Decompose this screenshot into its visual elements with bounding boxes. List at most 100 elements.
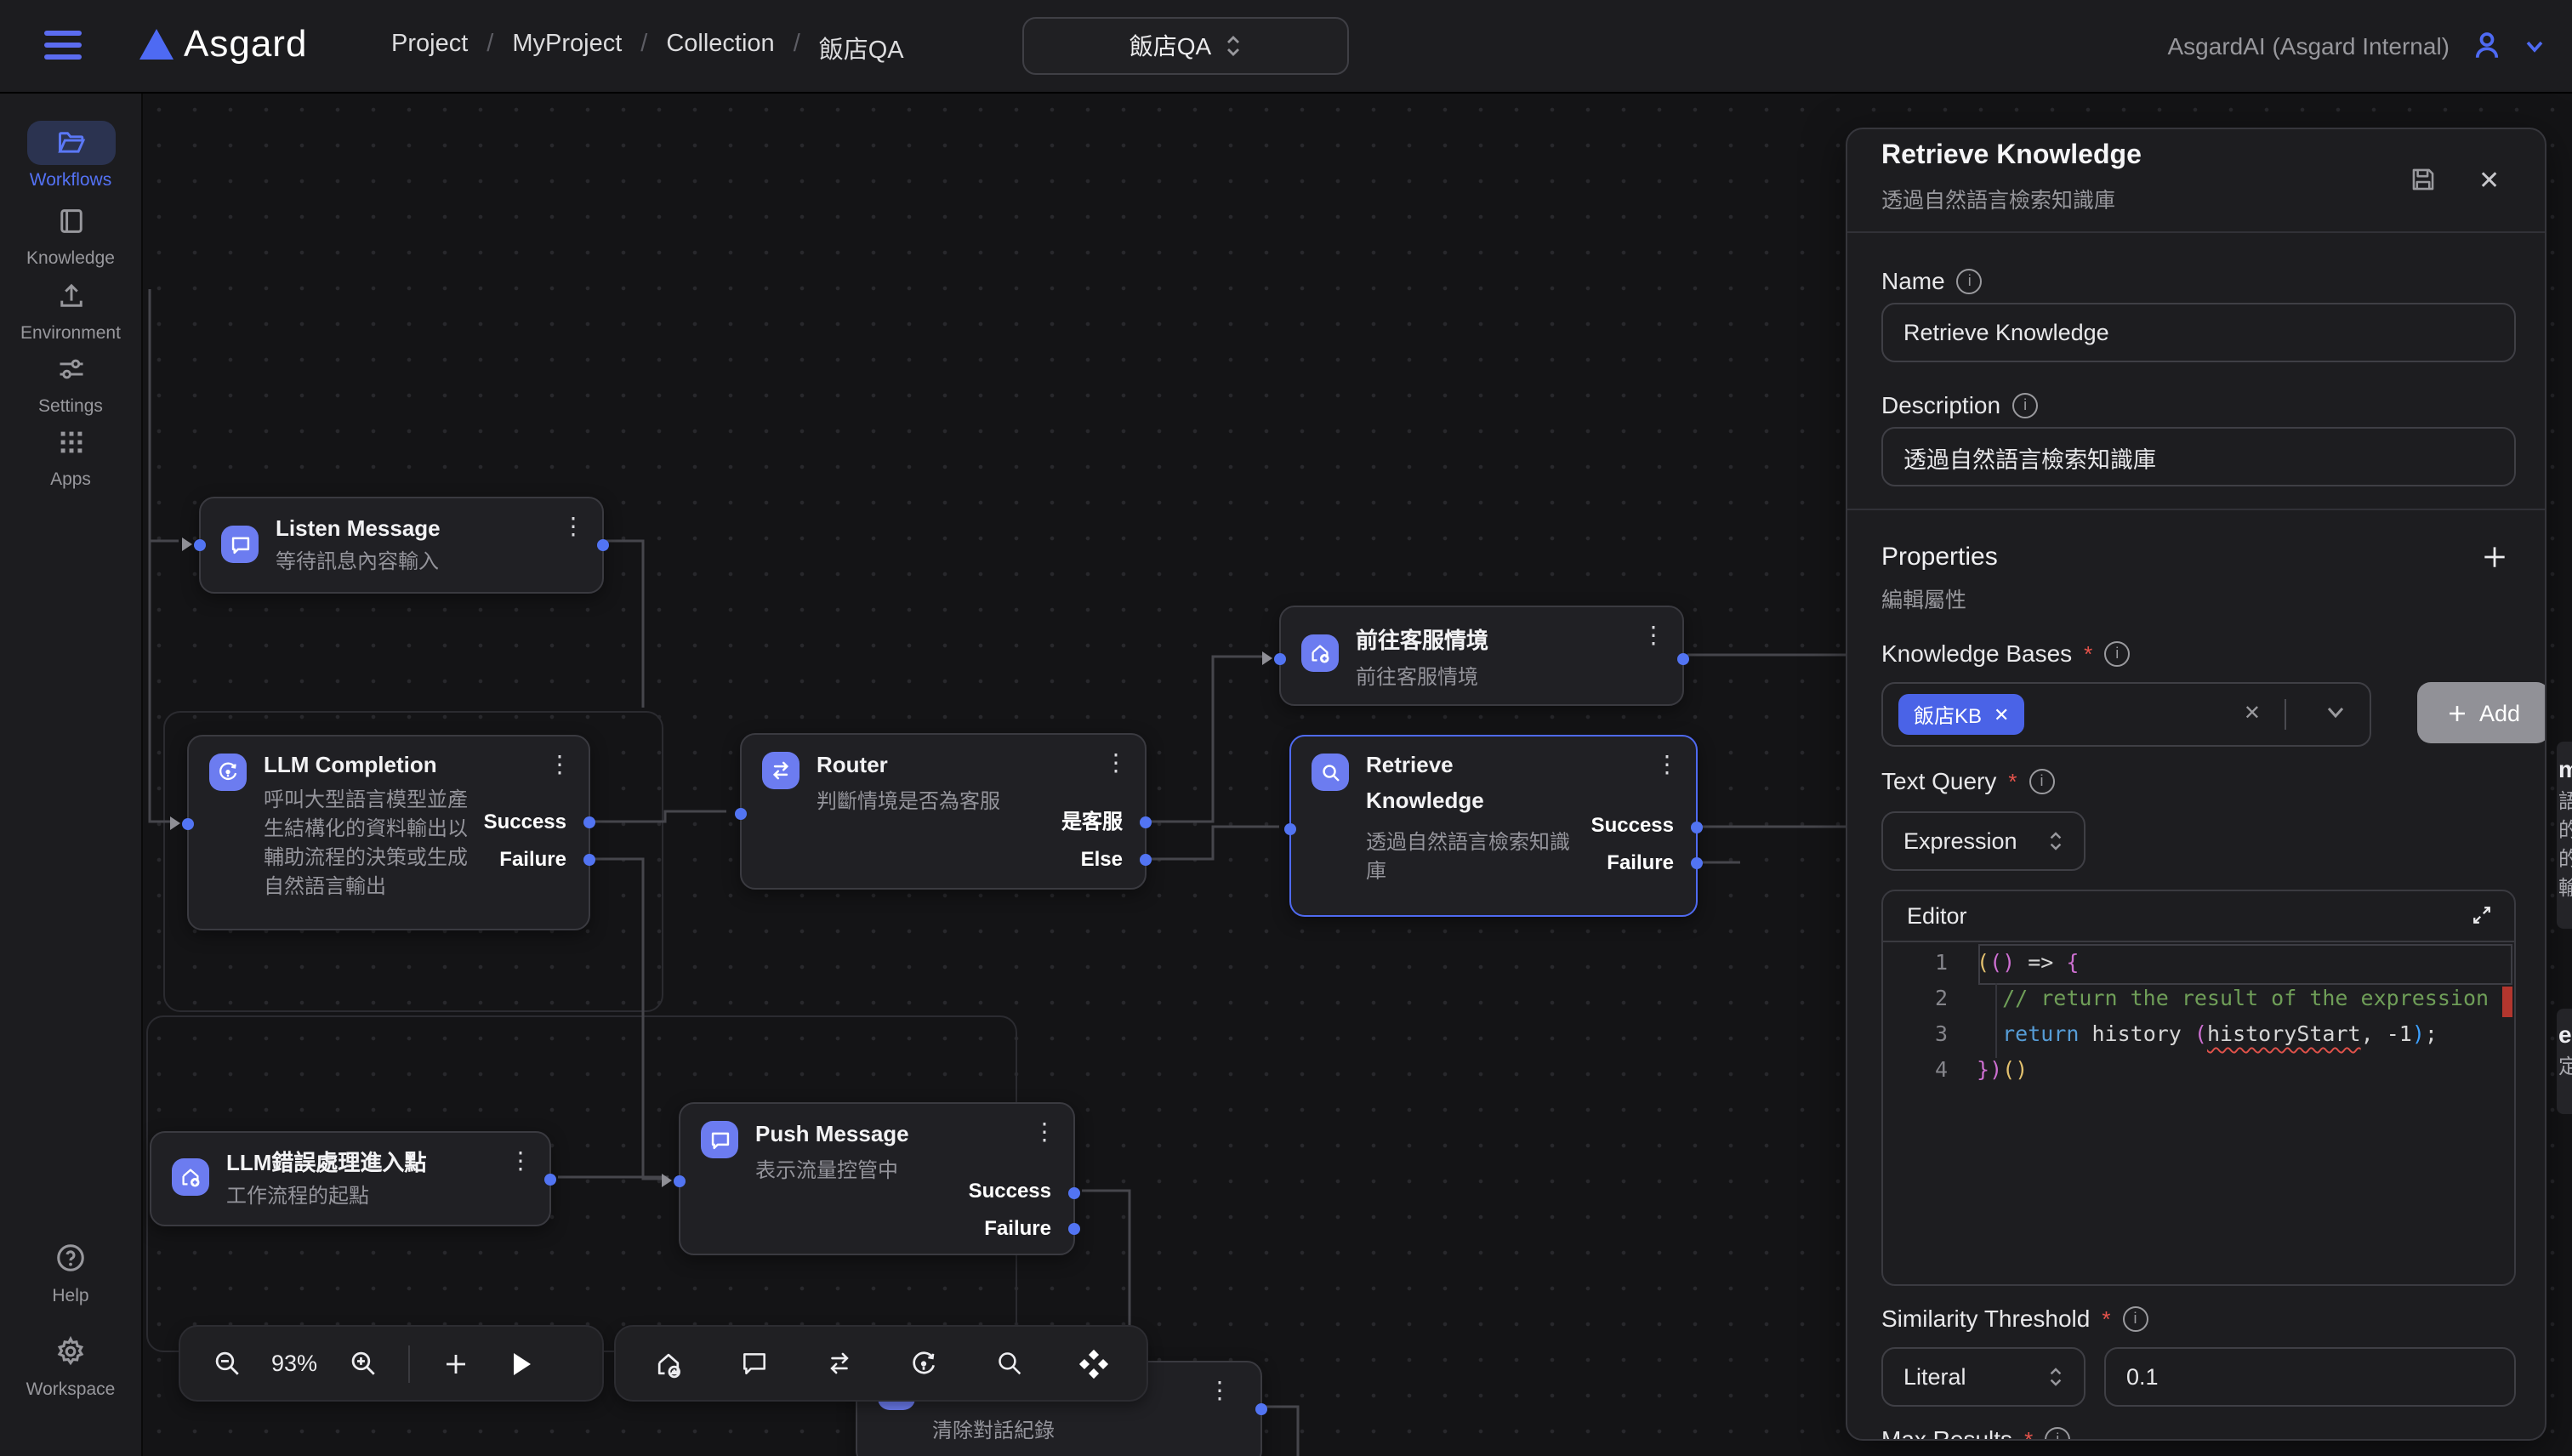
breadcrumb-collection[interactable]: Collection (666, 31, 774, 66)
sidebar-item-knowledge[interactable]: Knowledge (0, 199, 141, 269)
node-title: Push Message (755, 1116, 909, 1152)
expression-editor[interactable]: Editor 1(() => {2 // return the result o… (1881, 890, 2516, 1286)
sidebar-item-help[interactable]: Help (0, 1235, 141, 1305)
sidebar-label: Apps (0, 469, 141, 490)
output-port[interactable] (597, 539, 609, 551)
name-input[interactable] (1881, 303, 2516, 362)
sidebar-item-workflows[interactable]: Workflows (0, 121, 141, 191)
text-query-label: Text Query*i (1881, 767, 2055, 794)
info-icon[interactable]: i (2122, 1305, 2148, 1331)
node-desc: 工作流程的起點 (226, 1182, 515, 1211)
palette-llm-icon[interactable] (902, 1341, 946, 1385)
node-title: LLM Completion (264, 747, 437, 782)
kebab-menu-icon[interactable]: ⋮ (1208, 1376, 1232, 1405)
kb-multiselect[interactable]: 飯店KB ✕ ✕ (1881, 682, 2371, 747)
account-area: AsgardAI (Asgard Internal) (2168, 0, 2546, 92)
sidebar-item-settings[interactable]: Settings (0, 347, 141, 417)
kebab-menu-icon[interactable]: ⋮ (509, 1146, 532, 1175)
output-port[interactable] (544, 1174, 556, 1186)
description-input[interactable] (1881, 427, 2516, 486)
menu-icon[interactable] (44, 31, 82, 60)
kebab-menu-icon[interactable]: ⋮ (561, 512, 585, 541)
kebab-menu-icon[interactable]: ⋮ (1655, 750, 1679, 779)
output-port[interactable] (1255, 1403, 1267, 1415)
output-port-failure[interactable] (1691, 857, 1703, 869)
output-port-failure[interactable] (583, 854, 595, 866)
sidebar-item-workspace[interactable]: Workspace (0, 1328, 141, 1399)
node-push-message[interactable]: Push Message 表示流量控管中 ⋮ Success Failure (679, 1102, 1075, 1255)
kebab-menu-icon[interactable]: ⋮ (1033, 1118, 1056, 1146)
zoom-in-icon[interactable] (340, 1341, 384, 1385)
kebab-menu-icon[interactable]: ⋮ (1642, 621, 1665, 650)
folder-icon (55, 128, 86, 158)
input-port[interactable] (182, 818, 194, 830)
text-query-mode-select[interactable]: Expression (1881, 811, 2085, 871)
output-port-failure[interactable] (1068, 1223, 1080, 1235)
node-router[interactable]: Router 判斷情境是否為客服 ⋮ 是客服 Else (740, 733, 1147, 890)
breadcrumb-current[interactable]: 飯店QA (819, 31, 904, 66)
input-arrow-icon (662, 1174, 672, 1187)
workflow-selector[interactable]: 飯店QA (1022, 17, 1349, 75)
palette-search-icon[interactable] (987, 1341, 1031, 1385)
palette-move-icon[interactable] (1072, 1341, 1116, 1385)
workflow-selector-value: 飯店QA (1130, 29, 1211, 63)
chevron-down-icon[interactable] (2524, 36, 2545, 56)
sidebar-item-environment[interactable]: Environment (0, 274, 141, 344)
input-port[interactable] (194, 539, 206, 551)
user-icon[interactable] (2470, 29, 2504, 63)
node-desc: 前往客服情境 (1356, 663, 1645, 692)
similarity-mode-select[interactable]: Literal (1881, 1347, 2085, 1407)
kb-add-button[interactable]: Add (2417, 682, 2546, 743)
add-node-icon[interactable] (434, 1341, 478, 1385)
output-port[interactable] (1677, 653, 1689, 665)
breadcrumb-myproject[interactable]: MyProject (512, 31, 622, 66)
input-port[interactable] (1284, 823, 1296, 835)
updown-chevron-icon (2048, 830, 2063, 852)
close-icon[interactable]: ✕ (2478, 165, 2500, 196)
indent-guide (1995, 983, 1997, 1058)
kb-chevron-down-icon[interactable] (2325, 704, 2346, 721)
similarity-value-input[interactable] (2104, 1347, 2516, 1407)
sidebar-item-apps[interactable]: Apps (0, 420, 141, 490)
output-port-success[interactable] (1068, 1187, 1080, 1199)
node-llm-completion[interactable]: LLM Completion 呼叫大型語言模型並產生結構化的資料輸出以輔助流程的… (187, 735, 590, 930)
breadcrumb-project[interactable]: Project (391, 31, 468, 66)
kb-tag-remove-icon[interactable]: ✕ (1994, 703, 2009, 725)
info-icon[interactable]: i (2045, 1426, 2070, 1441)
info-icon[interactable]: i (2012, 392, 2038, 418)
run-workflow-icon[interactable] (498, 1341, 543, 1385)
max-results-label: Max Results*i (1881, 1425, 2070, 1441)
node-retrieve-knowledge[interactable]: Retrieve Knowledge 透過自然語言檢索知識庫 ⋮ Success… (1289, 735, 1698, 917)
kebab-menu-icon[interactable]: ⋮ (1104, 748, 1128, 777)
node-llm-error-entry[interactable]: LLM錯誤處理進入點 工作流程的起點 ⋮ (150, 1131, 551, 1226)
input-port[interactable] (735, 808, 747, 820)
palette-router-icon[interactable] (817, 1341, 861, 1385)
output-port-success[interactable] (1691, 822, 1703, 833)
code-area[interactable]: 1(() => {2 // return the result of the e… (1883, 944, 2514, 1087)
output-port-success[interactable] (583, 816, 595, 828)
zoom-out-icon[interactable] (204, 1341, 248, 1385)
kb-clear-icon[interactable]: ✕ (2244, 701, 2261, 725)
updown-chevron-icon (2048, 1366, 2063, 1388)
node-desc: 透過自然語言檢索知識庫 (1366, 828, 1577, 886)
input-port[interactable] (1274, 653, 1286, 665)
kebab-menu-icon[interactable]: ⋮ (548, 750, 572, 779)
expand-icon[interactable] (2470, 903, 2494, 927)
palette-message-icon[interactable] (731, 1341, 776, 1385)
node-goto-cs-scene[interactable]: 前往客服情境 前往客服情境 ⋮ (1279, 606, 1684, 706)
info-icon[interactable]: i (2029, 768, 2055, 793)
sidebar: Workflows Knowledge Environment Settings… (0, 92, 143, 1456)
node-desc: 判斷情境是否為客服 (817, 788, 1072, 816)
add-property-icon[interactable] (2480, 543, 2509, 572)
node-listen-message[interactable]: Listen Message 等待訊息內容輸入 ⋮ (199, 497, 604, 594)
output-port-else[interactable] (1140, 854, 1152, 866)
output-port-iscs[interactable] (1140, 816, 1152, 828)
info-icon[interactable]: i (1957, 268, 1983, 293)
save-icon[interactable] (2409, 165, 2438, 194)
palette-scene-icon[interactable] (646, 1341, 691, 1385)
node-title: Router (817, 747, 888, 782)
input-port[interactable] (674, 1175, 686, 1187)
info-icon[interactable]: i (2104, 640, 2130, 666)
sidebar-label: Settings (0, 396, 141, 417)
logo-text: Asgard (184, 22, 307, 66)
